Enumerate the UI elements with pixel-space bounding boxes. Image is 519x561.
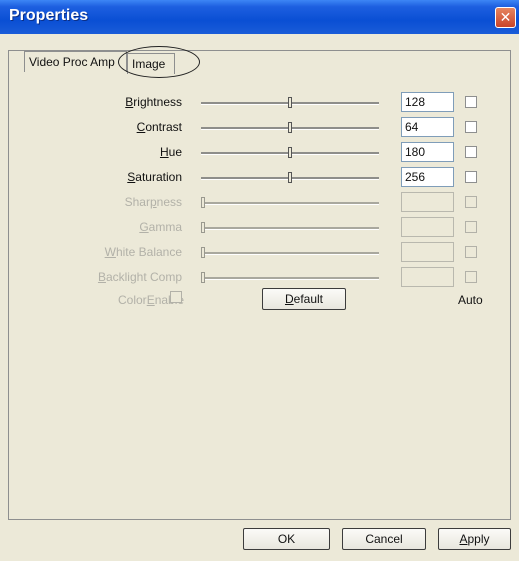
- backlight-comp-slider[interactable]: [201, 270, 379, 286]
- properties-dialog: Properties ✕ Video Proc Amp Image Bright…: [0, 0, 519, 561]
- slider-thumb[interactable]: [201, 222, 205, 233]
- sharpness-auto-checkbox[interactable]: [465, 196, 477, 208]
- slider-track: [201, 227, 379, 230]
- backlight-comp-value-field: [401, 267, 454, 287]
- hue-slider[interactable]: [201, 145, 379, 161]
- white-balance-value-field: [401, 242, 454, 262]
- hue-auto-checkbox[interactable]: [465, 146, 477, 158]
- sharpness-slider[interactable]: [201, 195, 379, 211]
- gamma-slider[interactable]: [201, 220, 379, 236]
- slider-track: [201, 252, 379, 255]
- sharpness-value-field: [401, 192, 454, 212]
- brightness-auto-checkbox[interactable]: [465, 96, 477, 108]
- default-button[interactable]: Default: [262, 288, 346, 310]
- slider-thumb[interactable]: [288, 122, 292, 133]
- hue-label: Hue: [159, 145, 182, 159]
- white-balance-slider[interactable]: [201, 245, 379, 261]
- slider-thumb[interactable]: [288, 172, 292, 183]
- gamma-auto-checkbox[interactable]: [465, 221, 477, 233]
- close-icon[interactable]: ✕: [495, 7, 516, 28]
- saturation-value-field[interactable]: 256: [401, 167, 454, 187]
- slider-thumb[interactable]: [201, 197, 205, 208]
- white-balance-label: White Balance: [104, 245, 182, 259]
- color-enable-checkbox[interactable]: [170, 291, 182, 303]
- ok-button[interactable]: OK: [243, 528, 330, 550]
- title-bar[interactable]: Properties ✕: [0, 0, 519, 34]
- saturation-slider[interactable]: [201, 170, 379, 186]
- slider-thumb[interactable]: [201, 247, 205, 258]
- slider-track: [201, 202, 379, 205]
- backlight-comp-auto-checkbox[interactable]: [465, 271, 477, 283]
- contrast-auto-checkbox[interactable]: [465, 121, 477, 133]
- tab-video-proc-amp[interactable]: Video Proc Amp: [24, 51, 127, 72]
- white-balance-auto-checkbox[interactable]: [465, 246, 477, 258]
- brightness-slider[interactable]: [201, 95, 379, 111]
- slider-thumb[interactable]: [201, 272, 205, 283]
- gamma-value-field: [401, 217, 454, 237]
- contrast-label: Contrast: [136, 120, 182, 134]
- brightness-label: Brightness: [125, 95, 182, 109]
- gamma-label: Gamma: [139, 220, 182, 234]
- hue-value-field[interactable]: 180: [401, 142, 454, 162]
- tab-image[interactable]: Image: [127, 53, 175, 74]
- contrast-value-field[interactable]: 64: [401, 117, 454, 137]
- sharpness-label: Sharpness: [124, 195, 182, 209]
- slider-track: [201, 277, 379, 280]
- slider-thumb[interactable]: [288, 147, 292, 158]
- window-title: Properties: [9, 7, 89, 24]
- cancel-button[interactable]: Cancel: [342, 528, 426, 550]
- saturation-auto-checkbox[interactable]: [465, 171, 477, 183]
- brightness-value-field[interactable]: 128: [401, 92, 454, 112]
- apply-button[interactable]: Apply: [438, 528, 511, 550]
- slider-thumb[interactable]: [288, 97, 292, 108]
- auto-column-label: Auto: [458, 293, 483, 307]
- backlight-comp-label: Backlight Comp: [97, 270, 182, 284]
- contrast-slider[interactable]: [201, 120, 379, 136]
- saturation-label: Saturation: [127, 170, 182, 184]
